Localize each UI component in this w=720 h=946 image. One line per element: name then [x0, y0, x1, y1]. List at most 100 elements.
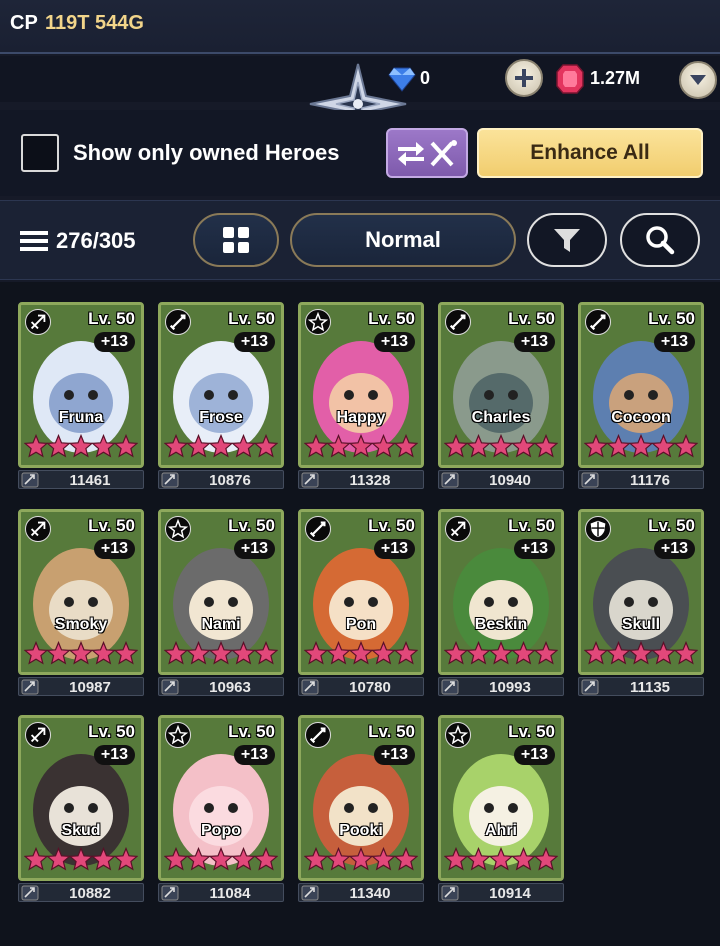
power-icon — [161, 472, 179, 488]
star-icon — [606, 434, 631, 458]
star-icon — [164, 847, 189, 871]
hero-enhance-level: +13 — [233, 332, 275, 352]
hero-card[interactable]: Lv. 50 +13 Skull — [578, 509, 704, 675]
power-icon — [581, 679, 599, 695]
star-icon — [511, 434, 536, 458]
sort-mode-button[interactable]: Normal — [290, 213, 516, 267]
star-rating — [304, 641, 418, 665]
star-icon — [304, 847, 329, 871]
star-icon — [628, 434, 654, 458]
star-icon — [24, 434, 49, 458]
hero-enhance-level: +13 — [93, 745, 135, 765]
hero-power-bar: 11328 — [298, 470, 424, 489]
hero-power-bar: 10914 — [438, 883, 564, 902]
hero-card[interactable]: Lv. 50 +13 Smoky — [18, 509, 144, 675]
hero-power: 11340 — [349, 885, 391, 902]
sword-icon — [305, 516, 331, 542]
star-rating — [304, 847, 418, 871]
star-rating — [444, 641, 558, 665]
star-icon — [584, 434, 609, 458]
support-icon — [165, 722, 191, 748]
hero-level: Lv. 50 — [228, 722, 275, 741]
search-icon — [646, 226, 675, 255]
hero-card[interactable]: Lv. 50 +13 Skud — [18, 715, 144, 881]
star-rating — [444, 434, 558, 458]
hero-enhance-level: +13 — [233, 539, 275, 559]
star-rating — [24, 434, 138, 458]
hero-card[interactable]: Lv. 50 +13 Fruna — [18, 302, 144, 468]
grid-view-button[interactable] — [193, 213, 279, 267]
hero-enhance-level: +13 — [373, 539, 415, 559]
star-icon — [91, 641, 116, 665]
hero-power: 11461 — [69, 472, 111, 489]
star-icon — [628, 641, 654, 665]
hero-card[interactable]: Lv. 50 +13 Cocoon — [578, 302, 704, 468]
power-icon — [581, 472, 599, 488]
shield-icon — [585, 516, 611, 542]
star-icon — [164, 641, 189, 665]
hero-level: Lv. 50 — [508, 516, 555, 535]
archer-icon — [25, 309, 51, 335]
star-rating — [164, 641, 278, 665]
archer-icon — [25, 516, 51, 542]
hero-name: Smoky — [54, 616, 108, 633]
star-icon — [208, 847, 234, 871]
star-icon — [68, 847, 94, 871]
swap-button[interactable] — [386, 128, 468, 178]
star-icon — [304, 434, 329, 458]
star-icon — [466, 847, 491, 871]
hero-card[interactable]: Lv. 50 +13 Pon — [298, 509, 424, 675]
hero-card[interactable]: Lv. 50 +13 Charles — [438, 302, 564, 468]
star-icon — [444, 847, 469, 871]
funnel-icon — [554, 229, 580, 252]
show-owned-checkbox[interactable] — [21, 134, 59, 172]
dropdown-button[interactable] — [679, 61, 717, 99]
grid-icon — [223, 227, 249, 253]
star-icon — [186, 847, 211, 871]
star-icon — [488, 641, 514, 665]
power-icon — [441, 885, 459, 901]
search-button[interactable] — [620, 213, 700, 267]
cp-label: CP — [10, 12, 38, 34]
hero-level: Lv. 50 — [228, 309, 275, 328]
star-icon — [24, 641, 49, 665]
support-icon — [165, 516, 191, 542]
plus-icon — [515, 69, 533, 87]
support-icon — [305, 309, 331, 335]
star-icon — [208, 641, 234, 665]
hero-power-bar: 10882 — [18, 883, 144, 902]
hero-level: Lv. 50 — [508, 722, 555, 741]
add-currency-button[interactable] — [505, 59, 543, 97]
filter-button[interactable] — [527, 213, 607, 267]
star-icon — [488, 847, 514, 871]
hero-card[interactable]: Lv. 50 +13 Popo — [158, 715, 284, 881]
sort-mode-label: Normal — [365, 227, 441, 252]
hero-power-bar: 10963 — [158, 677, 284, 696]
hero-card[interactable]: Lv. 50 +13 Frose — [158, 302, 284, 468]
star-icon — [326, 641, 351, 665]
star-icon — [91, 434, 116, 458]
hero-name: Frose — [199, 409, 243, 426]
star-icon — [113, 641, 138, 665]
star-icon — [393, 434, 418, 458]
hero-enhance-level: +13 — [373, 332, 415, 352]
hero-power: 10882 — [69, 885, 111, 902]
star-icon — [511, 641, 536, 665]
enhance-all-button[interactable]: Enhance All — [477, 128, 703, 178]
hero-card[interactable]: Lv. 50 +13 Happy — [298, 302, 424, 468]
ruby-count: 1.27M — [590, 68, 641, 88]
hero-card[interactable]: Lv. 50 +13 Ahri — [438, 715, 564, 881]
sword-icon — [445, 309, 471, 335]
hero-power: 11176 — [629, 472, 671, 489]
hero-card[interactable]: Lv. 50 +13 Nami — [158, 509, 284, 675]
star-icon — [466, 641, 491, 665]
hero-power: 10914 — [489, 885, 531, 902]
star-icon — [304, 641, 329, 665]
hero-card[interactable]: Lv. 50 +13 Beskin — [438, 509, 564, 675]
star-icon — [393, 847, 418, 871]
star-icon — [24, 847, 49, 871]
hero-grid: Lv. 50 +13 Fruna 11461 Lv. 50 +13 Frose 10876 Lv… — [0, 282, 720, 946]
star-icon — [393, 641, 418, 665]
hero-card[interactable]: Lv. 50 +13 Pooki — [298, 715, 424, 881]
star-icon — [253, 641, 278, 665]
